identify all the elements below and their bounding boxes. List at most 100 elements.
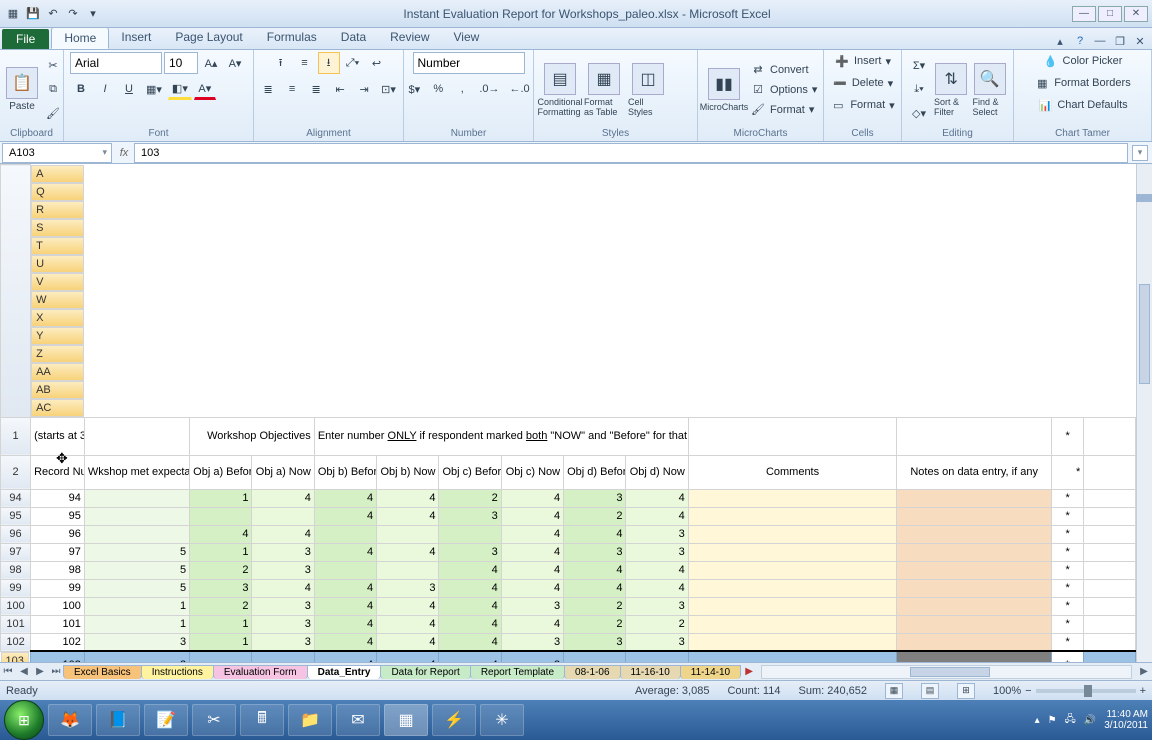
cell[interactable] [897, 489, 1052, 507]
cell[interactable] [190, 507, 252, 525]
cell[interactable] [1084, 615, 1136, 633]
cell[interactable]: 3 [439, 507, 501, 525]
conditional-formatting-button[interactable]: ▤Conditional Formatting [540, 57, 580, 123]
cell[interactable]: 103 [31, 651, 85, 662]
align-bottom-icon[interactable]: ⭳ [318, 52, 340, 74]
cell[interactable]: * [1052, 633, 1084, 651]
cell[interactable]: 4 [626, 579, 688, 597]
cell[interactable]: 4 [501, 615, 563, 633]
cell[interactable] [564, 651, 626, 662]
taskbar-notes-icon[interactable]: 📝 [144, 704, 188, 736]
tab-next-icon[interactable]: ▶ [32, 664, 48, 680]
cell[interactable]: * [1052, 651, 1084, 662]
font-name-select[interactable]: Arial [70, 52, 162, 74]
taskbar-firefox-icon[interactable]: 🦊 [48, 704, 92, 736]
underline-button[interactable]: U [118, 78, 140, 100]
tab-last-icon[interactable]: ⏭ [48, 664, 64, 680]
cells-delete-button[interactable]: ➖Delete▾ [830, 74, 895, 92]
cell[interactable]: 3 [564, 489, 626, 507]
cell[interactable]: 4 [626, 507, 688, 525]
row-header[interactable]: 101 [1, 615, 31, 633]
save-icon[interactable]: 💾 [24, 5, 42, 23]
cell[interactable]: 5 [84, 543, 189, 561]
align-middle-icon[interactable]: ≡ [294, 52, 316, 74]
cell[interactable] [626, 651, 688, 662]
cell[interactable]: 3 [501, 633, 563, 651]
cells-format-button[interactable]: ▭Format▾ [828, 96, 896, 114]
comma-icon[interactable]: , [451, 78, 473, 100]
cell[interactable]: 1 [190, 615, 252, 633]
align-top-icon[interactable]: ⭱ [270, 52, 292, 74]
cell[interactable]: 4 [501, 543, 563, 561]
cell[interactable]: 4 [564, 561, 626, 579]
cell[interactable]: 2 [190, 561, 252, 579]
fill-icon[interactable]: ⤓▾ [908, 79, 930, 101]
cell[interactable] [897, 543, 1052, 561]
cell[interactable] [897, 525, 1052, 543]
name-box[interactable]: A103 [2, 143, 112, 163]
cell[interactable]: 4 [564, 525, 626, 543]
row-header[interactable]: 94 [1, 489, 31, 507]
cell[interactable]: 4 [501, 525, 563, 543]
cell[interactable]: 4 [314, 615, 376, 633]
bold-button[interactable]: B [70, 78, 92, 100]
tab-view[interactable]: View [442, 27, 492, 49]
sheet-tab-11-14-10[interactable]: 11-14-10 [680, 665, 741, 679]
cell[interactable]: 4 [439, 597, 501, 615]
cell[interactable]: 3 [252, 597, 314, 615]
col-header-X[interactable]: X [31, 309, 84, 327]
format-painter-icon[interactable]: 🖌 [42, 103, 64, 125]
cell[interactable]: 95 [31, 507, 85, 525]
taskbar-flash-icon[interactable]: ⚡ [432, 704, 476, 736]
cell[interactable]: 5 [84, 561, 189, 579]
zoom-out-icon[interactable]: − [1025, 685, 1031, 697]
cell[interactable]: 1 [190, 633, 252, 651]
zoom-control[interactable]: 100% − + [993, 685, 1146, 697]
cell[interactable]: 4 [377, 651, 439, 662]
minimize-ribbon-icon[interactable]: ▴ [1052, 33, 1068, 49]
merge-center-icon[interactable]: ⊡▾ [377, 78, 400, 100]
cell[interactable] [439, 525, 501, 543]
sheet-tab-excel-basics[interactable]: Excel Basics [63, 665, 142, 679]
cell[interactable]: 1 [84, 615, 189, 633]
cell[interactable]: 3 [501, 651, 563, 662]
cut-icon[interactable]: ✂ [42, 55, 64, 77]
cell[interactable]: 4 [252, 489, 314, 507]
cell[interactable] [314, 525, 376, 543]
clear-icon[interactable]: ◇▾ [908, 103, 930, 125]
workbook-close-icon[interactable]: ✕ [1132, 33, 1148, 49]
cell[interactable] [897, 597, 1052, 615]
sheet-tab-08-1-06[interactable]: 08-1-06 [564, 665, 620, 679]
cell[interactable] [190, 651, 252, 662]
cell[interactable]: 3 [439, 543, 501, 561]
cell[interactable]: 4 [439, 651, 501, 662]
tab-prev-icon[interactable]: ◀ [16, 664, 32, 680]
undo-icon[interactable]: ↶ [44, 5, 62, 23]
cell[interactable]: 3 [626, 543, 688, 561]
number-format-select[interactable]: Number [413, 52, 525, 74]
page-break-view-icon[interactable]: ⊞ [957, 683, 975, 699]
decrease-indent-icon[interactable]: ⇤ [329, 78, 351, 100]
col-header-T[interactable]: T [31, 237, 84, 255]
cell[interactable]: 4 [314, 489, 376, 507]
percent-icon[interactable]: % [427, 78, 449, 100]
cell[interactable]: 4 [501, 507, 563, 525]
page-layout-view-icon[interactable]: ▤ [921, 683, 939, 699]
cell[interactable]: 3 [626, 633, 688, 651]
cell[interactable]: 3 [626, 525, 688, 543]
format-borders-button[interactable]: ▦Format Borders [1032, 74, 1132, 92]
worksheet-area[interactable]: AQRSTUVWXYZAAABAC1(starts at 3)Workshop … [0, 164, 1152, 662]
cell[interactable] [84, 525, 189, 543]
tray-network-icon[interactable]: 🖧 [1065, 712, 1076, 729]
cell[interactable] [84, 489, 189, 507]
cell[interactable]: 3 [84, 633, 189, 651]
cell[interactable]: 1 [190, 543, 252, 561]
borders-icon[interactable]: ▦▾ [142, 78, 166, 100]
col-header-AC[interactable]: AC [31, 399, 84, 417]
cell[interactable] [377, 525, 439, 543]
cell[interactable]: 1 [190, 489, 252, 507]
cell[interactable]: 98 [31, 561, 85, 579]
normal-view-icon[interactable]: ▦ [885, 683, 903, 699]
cell[interactable] [1084, 561, 1136, 579]
system-tray[interactable]: ▴ ⚑ 🖧 🔊 11:40 AM 3/10/2011 [1035, 709, 1148, 731]
